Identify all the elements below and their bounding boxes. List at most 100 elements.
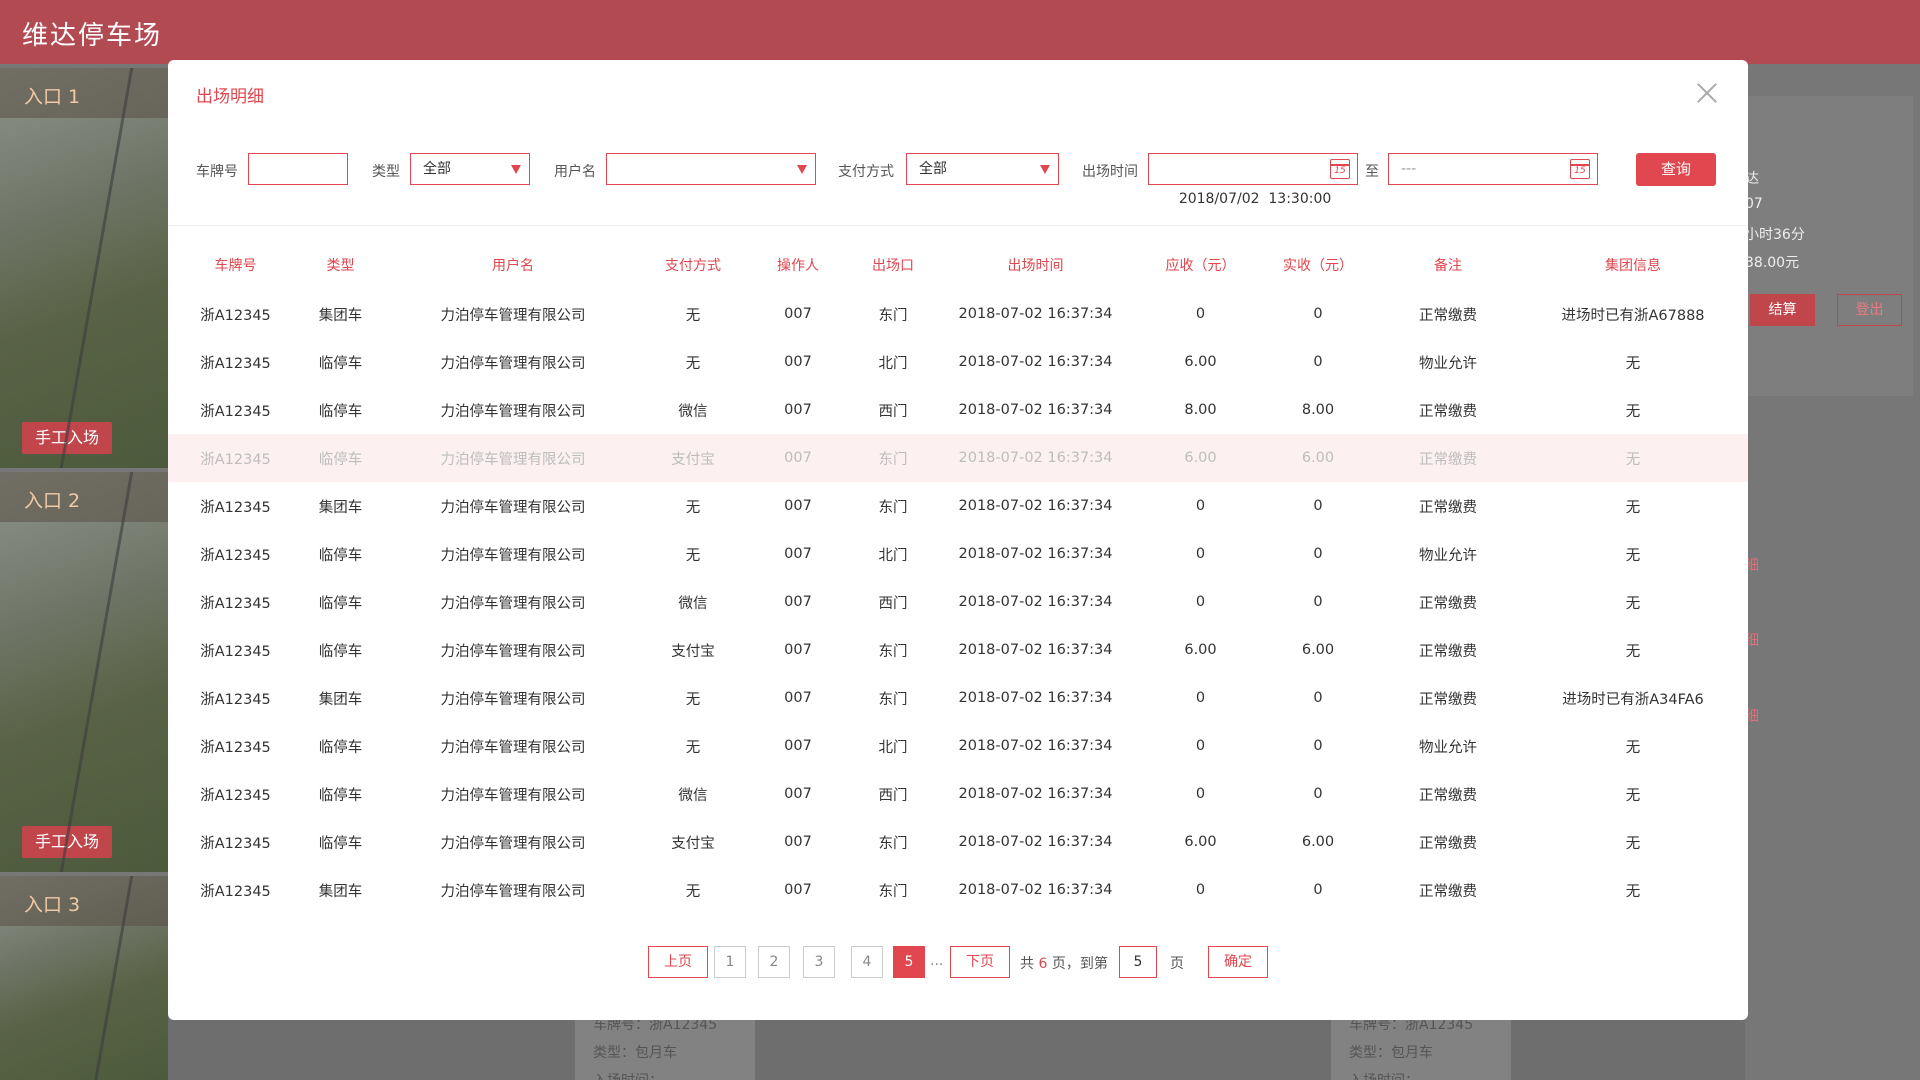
table-cell: 无 <box>1625 643 1641 660</box>
table-cell: 无 <box>685 355 701 372</box>
table-cell: 007 <box>784 402 812 418</box>
column-header: 集团信息 <box>1605 258 1661 274</box>
table-cell: 物业允许 <box>1419 547 1477 564</box>
table-cell: 007 <box>784 498 812 514</box>
table-cell: 临停车 <box>318 547 363 564</box>
entrance-label: 入口 2 <box>24 490 81 512</box>
table-row[interactable]: 浙A12345 临停车 力泊停车管理有限公司 无 007 北门 2018-07-02 16:… <box>168 722 1748 770</box>
exit-time-to-input[interactable]: --- 15 <box>1388 153 1598 185</box>
calendar-icon[interactable]: 15 <box>1330 159 1350 179</box>
table-cell: 集团车 <box>318 883 363 900</box>
table-row[interactable]: 浙A12345 临停车 力泊停车管理有限公司 微信 007 西门 2018-07-02 16… <box>168 386 1748 434</box>
pagination-ellipsis: ... <box>930 953 944 969</box>
table-row[interactable]: 浙A12345 临停车 力泊停车管理有限公司 无 007 北门 2018-07-02 16:… <box>168 530 1748 578</box>
table-cell: 西门 <box>878 403 908 420</box>
table-cell: 浙A12345 <box>168 434 303 482</box>
table-cell: 微信 <box>678 403 708 420</box>
table-cell: 微信 <box>678 787 708 804</box>
column-header: 类型 <box>326 258 355 274</box>
table-cell: 2018-07-02 16:37:34 <box>958 738 1113 754</box>
prev-page-button[interactable]: 上页 <box>648 946 708 978</box>
table-cell: 6.00 <box>1301 834 1335 850</box>
table-cell: 正常缴费 <box>1419 787 1477 804</box>
exit-time-from-input[interactable]: 2018/07/02 13:30:00 15 <box>1148 153 1358 207</box>
table-cell: 007 <box>784 690 812 706</box>
manual-entry-button[interactable]: 手工入场 <box>22 422 112 454</box>
page-button-current[interactable]: 5 <box>893 946 925 978</box>
next-page-button[interactable]: 下页 <box>950 946 1010 978</box>
column-header: 备注 <box>1434 258 1462 274</box>
table-cell: 007 <box>784 834 812 850</box>
table-row[interactable]: 浙A12345 临停车 力泊停车管理有限公司 支付宝 007 东门 2018-07-02 1… <box>168 434 1748 482</box>
table-cell: 支付宝 <box>648 434 738 482</box>
table-cell: 集团车 <box>318 499 363 516</box>
table-row[interactable]: 浙A12345 集团车 力泊停车管理有限公司 无 007 东门 2018-07-02 16:… <box>168 290 1748 338</box>
table-row[interactable]: 浙A12345 临停车 力泊停车管理有限公司 微信 007 西门 2018-07-02 16… <box>168 578 1748 626</box>
table-cell: 2018-07-02 16:37:34 <box>958 882 1113 898</box>
table-row[interactable]: 浙A12345 集团车 力泊停车管理有限公司 无 007 东门 2018-07-02 16:… <box>168 674 1748 722</box>
table-cell: 6.00 <box>1143 434 1258 482</box>
table-cell: 0 <box>1313 738 1323 754</box>
settle-button[interactable]: 结算 <box>1750 294 1815 326</box>
app-title: 维达停车场 <box>22 21 163 51</box>
to-label: 至 <box>1365 164 1379 180</box>
table-cell: 临停车 <box>318 595 363 612</box>
table-cell: 007 <box>784 354 812 370</box>
table-cell: 浙A12345 <box>200 595 271 612</box>
calendar-icon[interactable]: 15 <box>1570 159 1590 179</box>
table-row[interactable]: 浙A12345 临停车 力泊停车管理有限公司 支付宝 007 东门 2018-07-02 1… <box>168 818 1748 866</box>
table-cell: 无 <box>685 499 701 516</box>
manual-entry-button[interactable]: 手工入场 <box>22 826 112 858</box>
table-cell: 0 <box>1313 786 1323 802</box>
table-row[interactable]: 浙A12345 集团车 力泊停车管理有限公司 无 007 东门 2018-07-02 16:… <box>168 482 1748 530</box>
table-cell: 8.00 <box>1301 402 1335 418</box>
table-cell: 0 <box>1313 690 1323 706</box>
username-label: 用户名 <box>554 164 596 180</box>
table-cell: 无 <box>1625 403 1641 420</box>
table-row[interactable]: 浙A12345 临停车 力泊停车管理有限公司 无 007 北门 2018-07-02 16:… <box>168 338 1748 386</box>
column-header: 操作人 <box>777 258 819 274</box>
username-select[interactable] <box>606 153 816 185</box>
entrance-camera-3: 入口 3 <box>0 876 168 1080</box>
page-button[interactable]: 2 <box>758 946 790 978</box>
table-cell: 2018-07-02 16:37:34 <box>958 306 1113 322</box>
table-cell: 无 <box>1518 434 1748 482</box>
table-row[interactable]: 浙A12345 临停车 力泊停车管理有限公司 支付宝 007 东门 2018-07-02 1… <box>168 626 1748 674</box>
table-cell: 无 <box>685 307 701 324</box>
table-cell: 支付宝 <box>671 643 715 660</box>
type-select-value: 全部 <box>423 161 451 177</box>
plate-input[interactable] <box>248 153 348 185</box>
table-cell: 东门 <box>858 434 928 482</box>
table-cell: 0 <box>1195 738 1206 754</box>
page-button[interactable]: 1 <box>714 946 746 978</box>
table-cell: 临停车 <box>318 787 363 804</box>
table-cell: 正常缴费 <box>1419 595 1477 612</box>
table-cell: 微信 <box>678 595 708 612</box>
table-row[interactable]: 浙A12345 临停车 力泊停车管理有限公司 微信 007 西门 2018-07-02 16… <box>168 770 1748 818</box>
page-button[interactable]: 4 <box>851 946 883 978</box>
table-cell: 6.00 <box>1301 642 1335 658</box>
billing-panel: 达 07 小时36分 38.00元 结算 登出 <box>1745 96 1913 396</box>
table-cell: 临停车 <box>318 643 363 660</box>
table-cell: 浙A12345 <box>200 547 271 564</box>
table-cell: 东门 <box>878 883 908 900</box>
table-row[interactable]: 浙A12345 集团车 力泊停车管理有限公司 无 007 东门 2018-07-02 16:… <box>168 866 1748 914</box>
table-cell: 无 <box>685 547 701 564</box>
table-cell: 0 <box>1195 882 1206 898</box>
payment-select[interactable]: 全部 <box>906 153 1059 185</box>
table-cell: 2018-07-02 16:37:34 <box>958 354 1113 370</box>
card-type: 类型：包月车 <box>1349 1045 1433 1061</box>
confirm-jump-button[interactable]: 确定 <box>1208 946 1268 978</box>
query-button[interactable]: 查询 <box>1636 153 1716 186</box>
close-icon[interactable] <box>1692 80 1722 110</box>
table-cell: 西门 <box>878 595 908 612</box>
type-select[interactable]: 全部 <box>410 153 530 185</box>
table-cell: 浙A12345 <box>200 499 271 516</box>
page-button[interactable]: 3 <box>803 946 835 978</box>
logout-button[interactable]: 登出 <box>1837 294 1902 326</box>
jump-page-input[interactable]: 5 <box>1119 946 1157 978</box>
table-cell: 0 <box>1195 498 1206 514</box>
table-cell: 力泊停车管理有限公司 <box>440 739 586 756</box>
table-cell: 2018-07-02 16:37:34 <box>958 834 1113 850</box>
table-cell: 无 <box>1625 547 1641 564</box>
